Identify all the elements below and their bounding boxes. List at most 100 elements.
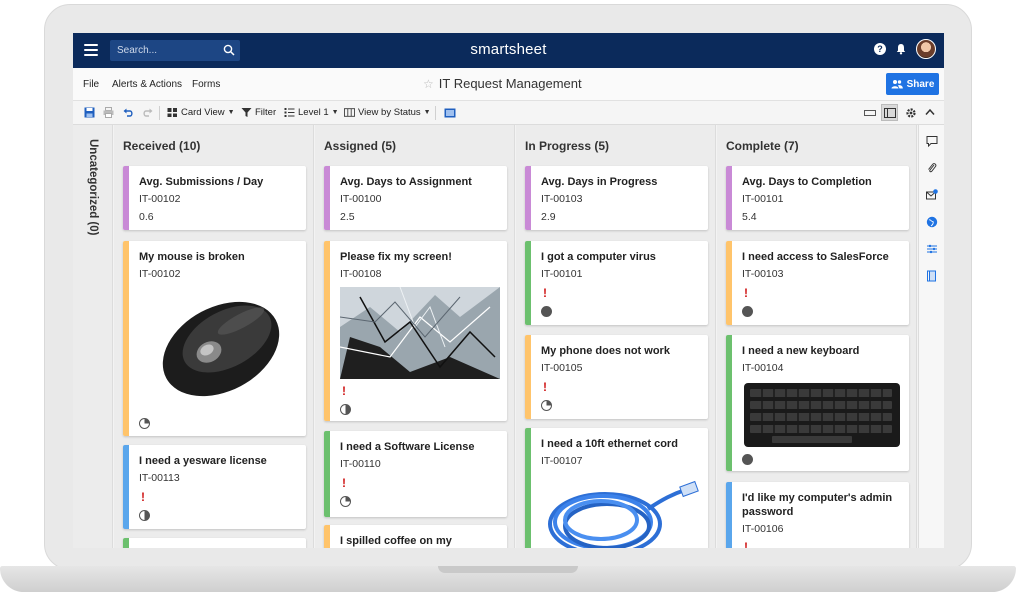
card-view-label: Card View: [181, 107, 225, 118]
level-dropdown[interactable]: Level 1 ▼: [284, 107, 339, 118]
card-title: I need a new keyboard: [742, 345, 860, 357]
help-icon[interactable]: ?: [874, 43, 886, 55]
card[interactable]: I need access to SalesForce IT-00103 !: [726, 241, 909, 325]
card-title: Avg. Days to Completion: [742, 176, 872, 188]
activity-icon[interactable]: [926, 243, 938, 255]
card[interactable]: Avg. Days to Completion IT-00101 5.4: [726, 166, 909, 230]
card-title: Please fix my screen!: [340, 251, 452, 263]
status-icon: [139, 418, 150, 429]
card[interactable]: My phone does not work IT-00105 !: [525, 335, 708, 419]
card[interactable]: I need a Software License IT-00110 !: [324, 431, 507, 517]
card[interactable]: Avg. Submissions / Day IT-00102 0.6: [123, 166, 306, 230]
card-value: 0.6: [139, 211, 154, 223]
card[interactable]: I need a yesware license IT-00113 !: [123, 445, 306, 529]
ethernet-cable-image: [548, 480, 699, 548]
menu-bar: File Alerts & Actions Forms ☆ IT Request…: [73, 68, 944, 101]
panel-icon: [884, 108, 896, 118]
avatar[interactable]: [916, 39, 936, 59]
redo-icon[interactable]: [142, 107, 153, 118]
row-height-icon[interactable]: [864, 107, 876, 119]
menu-forms[interactable]: Forms: [192, 79, 220, 90]
card-id: IT-00102: [139, 268, 181, 280]
brand-logo: smartsheet: [470, 41, 547, 58]
right-sidebar: [918, 125, 944, 548]
card[interactable]: Avg. Days to Assignment IT-00100 2.5: [324, 166, 507, 230]
status-icon: [541, 400, 552, 411]
card[interactable]: I need a 10ft ethernet cord IT-00107: [525, 428, 708, 548]
card-value: 2.9: [541, 211, 556, 223]
update-requests-icon[interactable]: [926, 189, 938, 201]
share-label: Share: [906, 78, 935, 90]
computer-mouse-image: [162, 301, 280, 397]
priority-icon: !: [141, 490, 145, 504]
level-icon: [284, 108, 295, 117]
publish-icon[interactable]: [926, 216, 938, 228]
status-icon: [340, 496, 351, 507]
card-id: IT-00106: [742, 523, 784, 535]
card[interactable]: I got a computer virus IT-00101 !: [525, 241, 708, 325]
card-id: IT-00103: [541, 193, 583, 205]
summary-icon[interactable]: [926, 270, 938, 282]
card-id: IT-00110: [340, 458, 381, 470]
card[interactable]: [123, 538, 306, 548]
card-id: IT-00105: [541, 362, 583, 374]
lane-complete: Complete (7) Avg. Days to Completion IT-…: [717, 125, 917, 548]
view-by-label: View by Status: [358, 107, 421, 118]
card-id: IT-00113: [139, 472, 180, 484]
sheet-title: ☆ IT Request Management: [423, 76, 582, 91]
card-title: Avg. Days in Progress: [541, 176, 658, 188]
card-title: My phone does not work: [541, 345, 670, 357]
lane-received: Received (10) Avg. Submissions / Day IT-…: [114, 125, 314, 548]
panel-toggle[interactable]: [881, 104, 898, 121]
cracked-screen-image: [340, 287, 500, 379]
gear-icon[interactable]: [905, 107, 917, 119]
card[interactable]: My mouse is broken IT-00102: [123, 241, 306, 436]
card-title: I need a Software License: [340, 441, 475, 453]
undo-icon[interactable]: [123, 107, 134, 118]
card-title: I spilled coffee on my: [340, 535, 452, 547]
card[interactable]: I need a new keyboard IT-00104: [726, 335, 909, 471]
card-view-icon: [167, 108, 177, 117]
attachment-icon[interactable]: [926, 162, 938, 174]
filter-label: Filter: [255, 107, 277, 118]
card[interactable]: I'd like my computer's admin password IT…: [726, 482, 909, 548]
card[interactable]: I spilled coffee on my: [324, 525, 507, 548]
lane-title: Received (10): [123, 139, 201, 153]
print-icon[interactable]: [103, 107, 114, 118]
bell-icon[interactable]: [895, 43, 907, 55]
card-id: IT-00100: [340, 193, 382, 205]
card[interactable]: Avg. Days in Progress IT-00103 2.9: [525, 166, 708, 230]
lane-in-progress: In Progress (5) Avg. Days in Progress IT…: [516, 125, 716, 548]
status-icon: [742, 306, 753, 317]
lane-assigned: Assigned (5) Avg. Days to Assignment IT-…: [315, 125, 515, 548]
menu-file[interactable]: File: [83, 79, 99, 90]
collapse-icon[interactable]: [925, 108, 935, 116]
filter-icon: [241, 108, 252, 117]
top-bar: smartsheet ?: [73, 33, 944, 68]
priority-icon: !: [744, 286, 748, 300]
priority-icon: !: [543, 286, 547, 300]
save-icon[interactable]: [84, 107, 95, 118]
view-by-dropdown[interactable]: View by Status ▼: [344, 107, 431, 118]
card-id: IT-00104: [742, 362, 784, 374]
image-icon[interactable]: [444, 108, 456, 118]
share-button[interactable]: Share: [886, 73, 939, 95]
filter-button[interactable]: Filter: [241, 107, 276, 118]
card-title: I need access to SalesForce: [742, 251, 889, 263]
lane-title: Complete (7): [726, 139, 799, 153]
status-icon: [742, 454, 753, 465]
card[interactable]: Please fix my screen! IT-00108 !: [324, 241, 507, 421]
card-title: Avg. Submissions / Day: [139, 176, 264, 188]
star-icon[interactable]: ☆: [423, 77, 434, 91]
comment-icon[interactable]: [926, 135, 938, 147]
view-by-icon: [344, 108, 355, 117]
menu-alerts-actions[interactable]: Alerts & Actions: [112, 79, 182, 90]
card-id: IT-00108: [340, 268, 382, 280]
status-icon: [340, 404, 351, 415]
card-title: I need a yesware license: [139, 455, 267, 467]
card-title: Avg. Days to Assignment: [340, 176, 472, 188]
priority-icon: !: [543, 380, 547, 394]
card-id: IT-00101: [541, 268, 583, 280]
card-view-dropdown[interactable]: Card View ▼: [167, 107, 235, 118]
card-id: IT-00103: [742, 268, 784, 280]
